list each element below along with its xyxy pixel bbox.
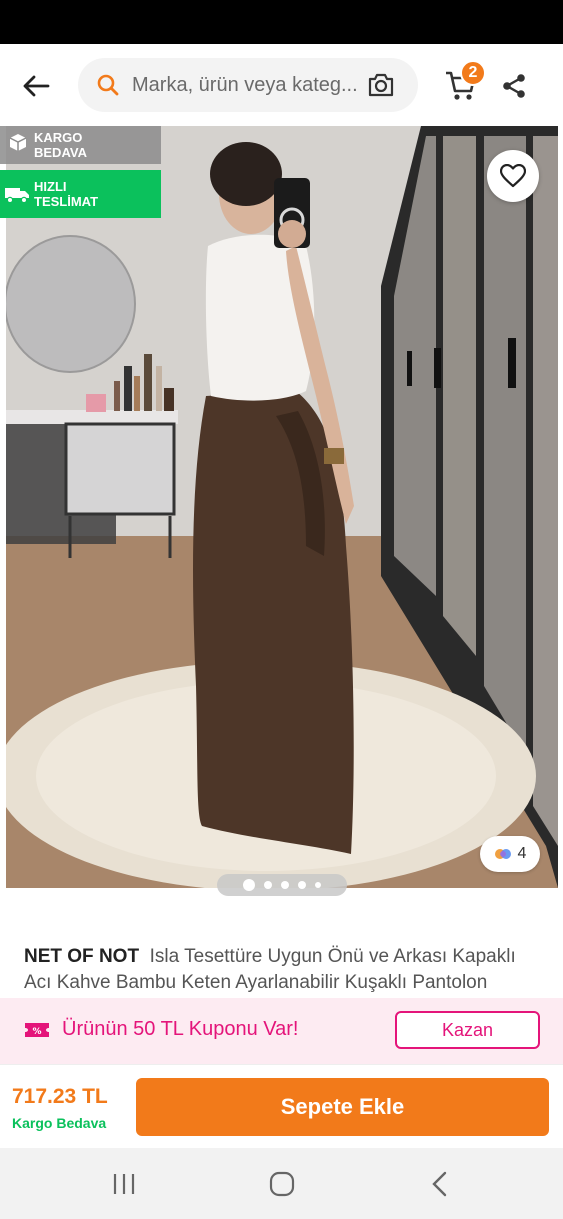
product-price: 717.23 TL bbox=[12, 1085, 108, 1108]
product-photo bbox=[6, 126, 558, 888]
camera-icon bbox=[368, 73, 394, 97]
carousel-dot[interactable] bbox=[281, 881, 289, 889]
svg-text:%: % bbox=[32, 1027, 41, 1037]
status-bar bbox=[0, 0, 563, 44]
shipping-info: Kargo Bedava bbox=[12, 1115, 107, 1131]
nav-back-icon bbox=[432, 1171, 447, 1197]
nav-recents-button[interactable] bbox=[104, 1168, 144, 1200]
camera-search-button[interactable] bbox=[366, 70, 396, 100]
product-title[interactable]: NET OF NOT Isla Tesettüre Uygun Önü ve A… bbox=[24, 944, 544, 996]
product-brand[interactable]: NET OF NOT bbox=[24, 946, 139, 967]
carousel-pagination[interactable] bbox=[217, 874, 347, 896]
free-shipping-badge-line1: KARGO bbox=[34, 130, 83, 145]
nav-home-button[interactable] bbox=[262, 1168, 302, 1200]
search-icon bbox=[97, 74, 119, 96]
carousel-dot[interactable] bbox=[264, 881, 272, 889]
arrow-left-icon bbox=[23, 75, 50, 97]
cart-count-badge: 2 bbox=[460, 60, 486, 86]
coupon-text: Ürünün 50 TL Kuponu Var! bbox=[62, 1018, 299, 1040]
purchase-bar: 717.23 TL Kargo Bedava Sepete Ekle bbox=[0, 1064, 563, 1148]
box-icon bbox=[9, 134, 27, 151]
carousel-dot[interactable] bbox=[315, 882, 321, 888]
heart-icon bbox=[500, 164, 526, 188]
search-input[interactable] bbox=[132, 72, 360, 98]
favorite-button[interactable] bbox=[487, 150, 539, 202]
fast-delivery-badge-line2: TESLİMAT bbox=[34, 194, 99, 209]
photo-count-button[interactable]: 4 bbox=[480, 836, 540, 872]
truck-icon bbox=[5, 188, 29, 204]
recents-icon bbox=[113, 1174, 135, 1194]
carousel-dot[interactable] bbox=[298, 881, 306, 889]
claim-coupon-button[interactable]: Kazan bbox=[395, 1011, 540, 1049]
fast-delivery-badge-line1: HIZLI bbox=[34, 179, 67, 194]
gallery-dots-icon bbox=[494, 849, 511, 859]
system-navigation-bar bbox=[0, 1148, 563, 1219]
top-bar: 2 bbox=[0, 44, 563, 126]
carousel-dot[interactable] bbox=[243, 879, 255, 891]
photo-count-label: 4 bbox=[517, 845, 527, 862]
product-image-gallery[interactable] bbox=[6, 126, 558, 888]
nav-back-button[interactable] bbox=[420, 1168, 460, 1200]
back-button[interactable] bbox=[14, 66, 58, 106]
home-icon bbox=[269, 1171, 295, 1197]
search-box[interactable] bbox=[78, 58, 418, 112]
coupon-bar: % Ürünün 50 TL Kuponu Var! Kazan bbox=[0, 998, 563, 1064]
free-shipping-badge-line2: BEDAVA bbox=[34, 145, 87, 160]
share-icon bbox=[503, 74, 525, 98]
ticket-icon: % bbox=[25, 1023, 49, 1037]
free-shipping-badge: KARGO BEDAVA bbox=[0, 126, 161, 164]
fast-delivery-badge: HIZLI TESLİMAT bbox=[0, 170, 161, 218]
share-button[interactable] bbox=[496, 68, 532, 104]
add-to-cart-button[interactable]: Sepete Ekle bbox=[136, 1078, 549, 1136]
product-title-area: NET OF NOT Isla Tesettüre Uygun Önü ve A… bbox=[0, 930, 563, 998]
